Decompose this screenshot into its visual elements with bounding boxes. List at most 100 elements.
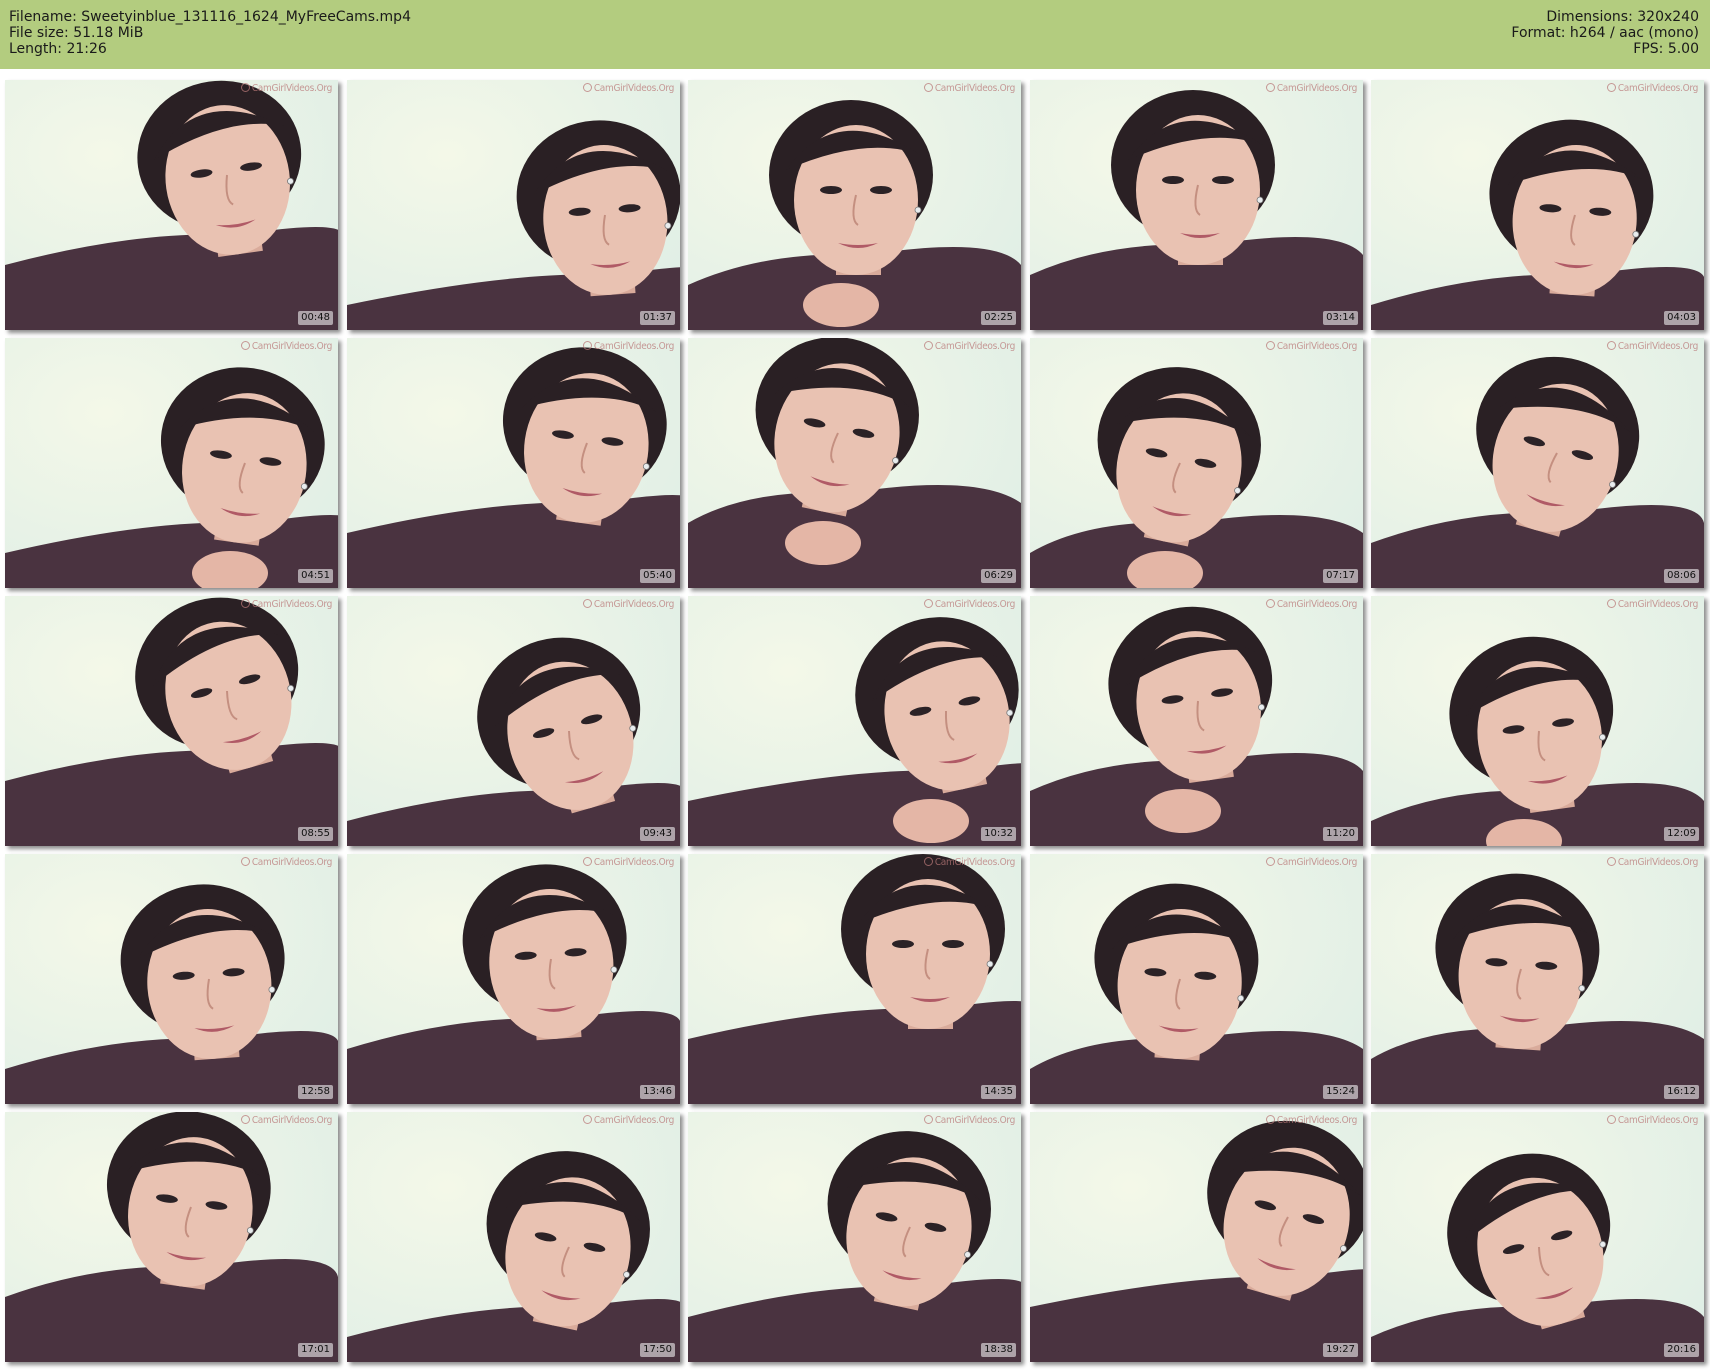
watermark-logo-icon [1606,599,1616,608]
video-thumbnail: CamGirlVideos.Org 16:12 [1371,854,1704,1104]
video-thumbnail: CamGirlVideos.Org 17:50 [347,1112,680,1362]
video-frame-image [1371,80,1704,330]
watermark-logo-icon [582,857,592,866]
watermark-label: CamGirlVideos.Org [582,1115,674,1126]
watermark-label: CamGirlVideos.Org [240,857,332,868]
earring-shape [664,222,672,230]
watermark-text: CamGirlVideos.Org [1276,599,1357,610]
eye-right [942,940,964,948]
watermark-label: CamGirlVideos.Org [1606,599,1698,610]
hand-shape [803,283,879,327]
video-frame-image [5,80,338,330]
watermark-logo-icon [923,857,933,866]
watermark-text: CamGirlVideos.Org [1276,857,1357,868]
timestamp-label: 17:01 [298,1343,333,1357]
video-frame-image [5,1112,338,1362]
watermark-logo-icon [582,83,592,92]
file-info-left: Filename: Sweetyinblue_131116_1624_MyFre… [9,9,411,57]
video-thumbnail: CamGirlVideos.Org 19:27 [1030,1112,1363,1362]
watermark-text: CamGirlVideos.Org [1617,83,1698,94]
timestamp-label: 12:58 [298,1085,333,1099]
watermark-logo-icon [923,83,933,92]
video-frame-image [1371,338,1704,588]
earring-shape [246,1227,254,1234]
watermark-logo-icon [240,1115,250,1124]
video-thumbnail: CamGirlVideos.Org 09:43 [347,596,680,846]
video-frame-image [688,854,1021,1104]
video-frame-image [1371,596,1704,846]
timestamp-label: 03:14 [1323,311,1358,325]
video-thumbnail: CamGirlVideos.Org 05:40 [347,338,680,588]
watermark-text: CamGirlVideos.Org [1617,857,1698,868]
video-thumbnail: CamGirlVideos.Org 03:14 [1030,80,1363,330]
watermark-text: CamGirlVideos.Org [593,83,674,94]
video-thumbnail: CamGirlVideos.Org 12:58 [5,854,338,1104]
eye-left [1162,176,1184,184]
earring-shape [610,966,618,974]
timestamp-label: 15:24 [1323,1085,1358,1099]
earring-shape [986,960,994,968]
video-thumbnail: CamGirlVideos.Org 02:25 [688,80,1021,330]
dimensions-text: Dimensions: 320x240 [1546,9,1699,25]
watermark-text: CamGirlVideos.Org [934,599,1015,610]
video-thumbnail: CamGirlVideos.Org 18:38 [688,1112,1021,1362]
watermark-text: CamGirlVideos.Org [1617,1115,1698,1126]
watermark-label: CamGirlVideos.Org [1606,1115,1698,1126]
filename-text: Filename: Sweetyinblue_131116_1624_MyFre… [9,9,411,25]
timestamp-label: 17:50 [640,1343,675,1357]
watermark-logo-icon [1265,599,1275,608]
watermark-logo-icon [923,341,933,350]
timestamp-label: 00:48 [298,311,333,325]
earring-shape [1599,733,1606,741]
video-frame-image [1371,854,1704,1104]
video-frame-image [1030,338,1363,588]
video-frame-image [5,854,338,1104]
watermark-label: CamGirlVideos.Org [923,341,1015,352]
watermark-text: CamGirlVideos.Org [1617,599,1698,610]
earring-shape [300,483,308,490]
watermark-logo-icon [240,857,250,866]
watermark-text: CamGirlVideos.Org [593,857,674,868]
video-thumbnail: CamGirlVideos.Org 10:32 [688,596,1021,846]
video-thumbnail: CamGirlVideos.Org 01:37 [347,80,680,330]
watermark-label: CamGirlVideos.Org [240,83,332,94]
video-frame-image [347,854,680,1104]
timestamp-label: 04:51 [298,569,333,583]
video-frame-image [1030,1112,1363,1362]
watermark-label: CamGirlVideos.Org [582,857,674,868]
video-frame-image [347,80,680,330]
watermark-label: CamGirlVideos.Org [582,341,674,352]
video-thumbnail: CamGirlVideos.Org 13:46 [347,854,680,1104]
video-thumbnail: CamGirlVideos.Org 07:17 [1030,338,1363,588]
length-text: Length: 21:26 [9,41,107,57]
hand-shape [893,799,969,843]
watermark-logo-icon [240,341,250,350]
eye-right [870,186,892,194]
format-text: Format: h264 / aac (mono) [1511,25,1699,41]
watermark-logo-icon [1606,83,1616,92]
watermark-logo-icon [582,341,592,350]
video-thumbnail: CamGirlVideos.Org 11:20 [1030,596,1363,846]
video-frame-image [688,338,1021,588]
file-info-right: Dimensions: 320x240 Format: h264 / aac (… [1511,9,1699,57]
timestamp-label: 08:55 [298,827,333,841]
video-frame-image [1030,80,1363,330]
earring-shape [1632,230,1640,238]
watermark-label: CamGirlVideos.Org [1265,599,1357,610]
watermark-text: CamGirlVideos.Org [1617,341,1698,352]
watermark-logo-icon [923,1115,933,1124]
watermark-logo-icon [923,599,933,608]
watermark-label: CamGirlVideos.Org [1265,857,1357,868]
video-frame-image [1030,596,1363,846]
video-frame-image [1030,854,1363,1104]
video-thumbnail: CamGirlVideos.Org 14:35 [688,854,1021,1104]
watermark-label: CamGirlVideos.Org [923,599,1015,610]
watermark-label: CamGirlVideos.Org [1606,857,1698,868]
watermark-logo-icon [1606,341,1616,350]
video-frame-image [347,338,680,588]
timestamp-label: 16:12 [1664,1085,1699,1099]
watermark-label: CamGirlVideos.Org [923,857,1015,868]
video-thumbnail: CamGirlVideos.Org 12:09 [1371,596,1704,846]
timestamp-label: 01:37 [640,311,675,325]
watermark-text: CamGirlVideos.Org [1276,83,1357,94]
